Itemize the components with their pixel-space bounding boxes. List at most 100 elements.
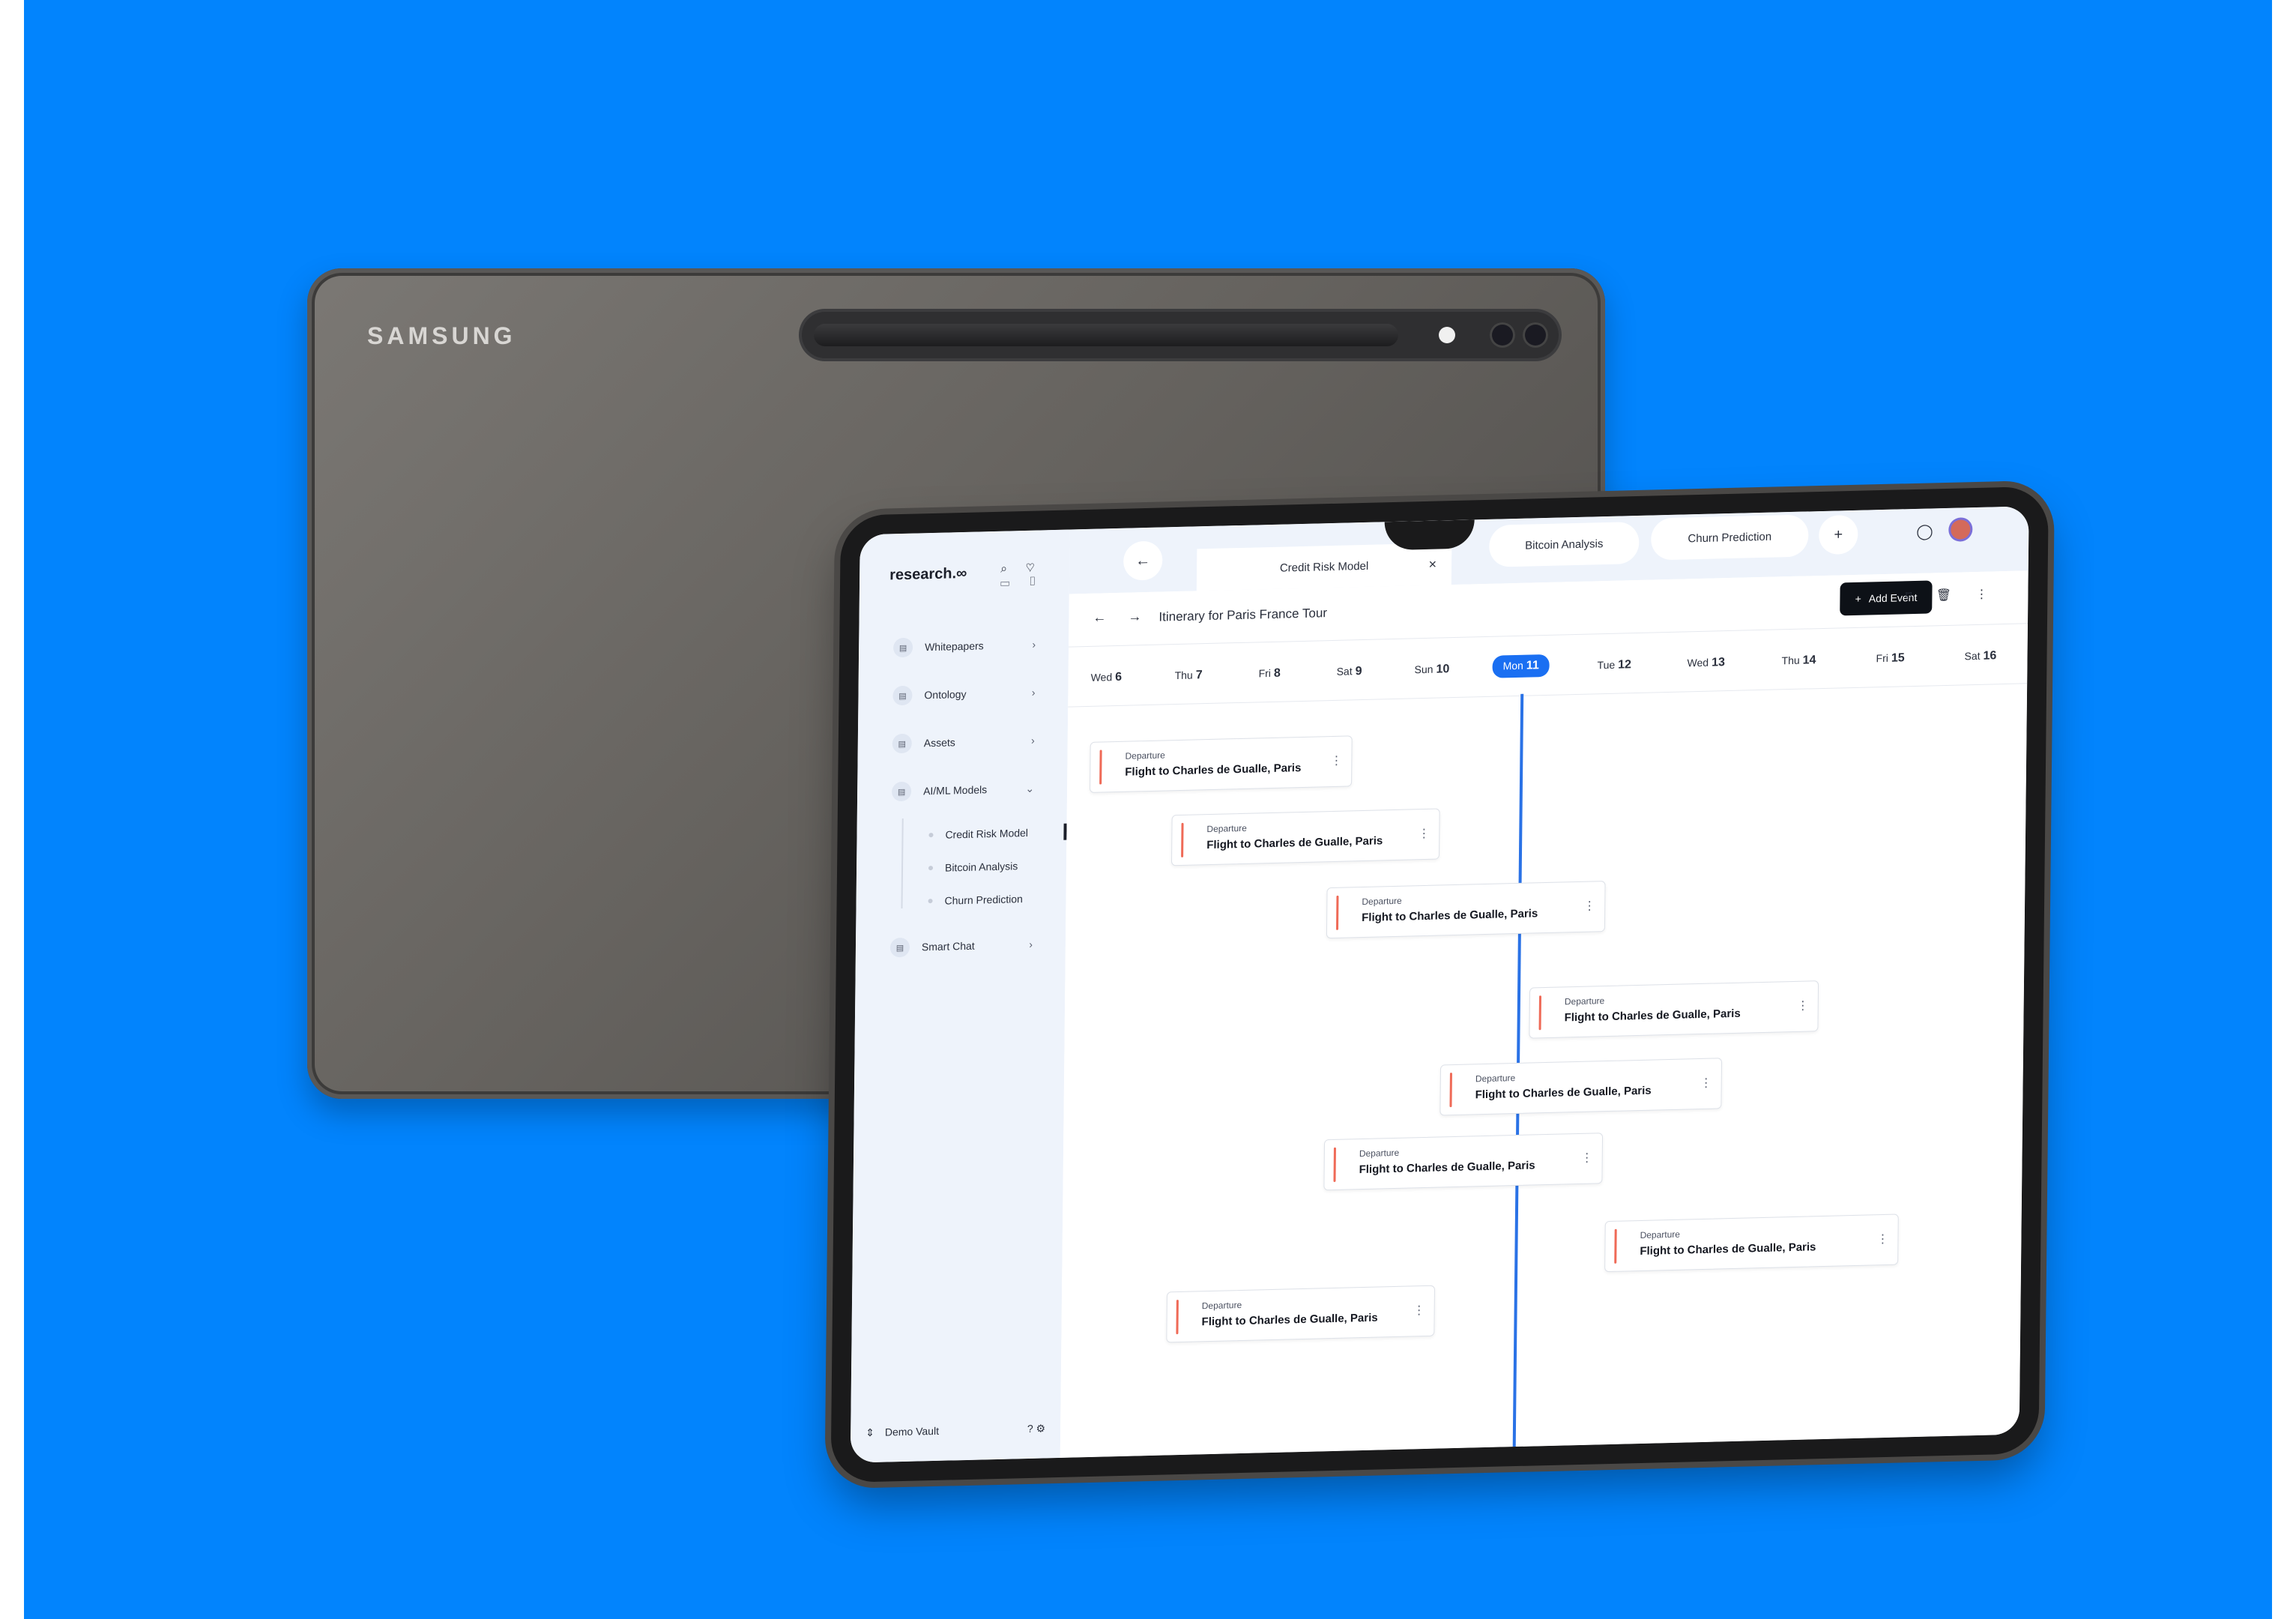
camera-flash [1439,327,1455,343]
sidebar-item-whitepapers[interactable]: ▤ Whitepapers › [892,630,1036,663]
event-color-bar [1449,1073,1452,1108]
toolbar-action-icons[interactable]: ⌑ 🗑 ⋮ [1906,586,1999,603]
event-color-bar [1538,995,1542,1031]
more-options-icon[interactable]: ⋮ [1330,753,1342,768]
sidebar-subitem-churn-prediction[interactable]: Churn Prediction [928,887,1023,912]
event-title: Flight to Charles de Gualle, Paris [1475,1084,1652,1102]
add-tab-button[interactable]: + [1819,514,1858,555]
vault-label: Demo Vault [884,1424,940,1438]
day-wed-6[interactable]: Wed 6 [1091,671,1123,685]
main-content: ← → Itinerary for Paris France Tour + Ad… [1060,570,2028,1458]
event-card[interactable]: Departure Flight to Charles de Gualle, P… [1323,1133,1604,1191]
day-name: Thu [1174,669,1193,682]
day-number: 6 [1115,670,1123,684]
help-settings-icons[interactable]: ? ⚙ [1027,1422,1045,1435]
day-tue-12[interactable]: Tue 12 [1597,658,1632,672]
more-options-icon[interactable]: ⋮ [1418,826,1430,841]
camera-lens-icon [1490,322,1515,348]
sidebar-subitem-credit-risk-model[interactable]: Credit Risk Model [928,821,1028,846]
day-sun-10[interactable]: Sun 10 [1415,663,1450,677]
tablet-front: research.∞ ⌕ ♡ ▭ ▯ ▤ Whitepapers › ▤ Ont… [830,486,2049,1483]
sidebar-item-label: AI/ML Models [923,783,988,798]
day-name: Mon [1502,659,1523,672]
event-color-bar [1336,895,1339,930]
chevron-right-icon: › [1032,638,1036,651]
event-card[interactable]: Departure Flight to Charles de Gualle, P… [1326,881,1606,939]
more-options-icon[interactable]: ⋮ [1700,1076,1712,1091]
event-title: Flight to Charles de Gualle, Paris [1640,1240,1816,1258]
event-color-bar [1181,822,1184,857]
event-card[interactable]: Departure Flight to Charles de Gualle, P… [1166,1285,1436,1343]
bullet-icon [928,833,934,838]
sidebar-item-label: Assets [923,736,955,750]
chat-icon[interactable]: ◯ [1916,522,1933,541]
back-arrow-icon[interactable]: ← [1123,540,1163,581]
day-fri-8[interactable]: Fri 8 [1259,667,1281,681]
avatar[interactable] [1951,519,1971,540]
camera-bar [802,312,1559,358]
sidebar-item-smart-chat[interactable]: ▤ Smart Chat › [889,929,1033,963]
vault-selector[interactable]: ⇕ Demo Vault ? ⚙ [865,1413,1045,1447]
event-card[interactable]: Departure Flight to Charles de Gualle, P… [1170,808,1440,866]
day-thu-14[interactable]: Thu 14 [1781,654,1816,668]
document-icon: ▤ [892,685,913,706]
day-name: Fri [1258,666,1272,680]
updown-icon: ⇕ [865,1426,875,1438]
s-pen [814,324,1398,346]
screen: research.∞ ⌕ ♡ ▭ ▯ ▤ Whitepapers › ▤ Ont… [850,506,2029,1463]
sidebar-subitem-label: Bitcoin Analysis [944,860,1018,874]
day-number: 13 [1712,656,1726,669]
tab-label: Churn Prediction [1688,530,1772,545]
more-options-icon[interactable]: ⋮ [1583,898,1595,913]
event-label: Departure [1640,1228,1681,1240]
event-label: Departure [1362,895,1402,908]
submenu-line [901,818,904,909]
more-options-icon[interactable]: ⋮ [1413,1303,1425,1318]
event-color-bar [1099,750,1102,785]
event-color-bar [1176,1300,1179,1335]
day-number: 12 [1618,658,1632,672]
page-title: Itinerary for Paris France Tour [1158,606,1328,624]
day-wed-13[interactable]: Wed 13 [1687,656,1726,670]
tab-credit-risk-model[interactable]: Credit Risk Model × [1196,543,1452,591]
sidebar-subitem-label: Churn Prediction [944,893,1023,907]
day-name: Tue [1597,658,1616,672]
day-thu-7[interactable]: Thu 7 [1175,669,1203,683]
day-fri-15[interactable]: Fri 15 [1876,651,1904,666]
event-card[interactable]: Departure Flight to Charles de Gualle, P… [1439,1058,1723,1116]
event-card[interactable]: Departure Flight to Charles de Gualle, P… [1604,1214,1899,1273]
day-name: Sat [1336,665,1353,678]
event-card[interactable]: Departure Flight to Charles de Gualle, P… [1090,735,1353,793]
event-card[interactable]: Departure Flight to Charles de Gualle, P… [1529,980,1819,1039]
sidebar-item-ai-ml-models[interactable]: ▤ AI/ML Models ⌄ [891,774,1034,807]
chevron-right-icon: › [1029,938,1033,950]
bullet-icon [928,866,934,871]
brand-logo: research.∞ [889,564,967,584]
sidebar-item-assets[interactable]: ▤ Assets › [892,726,1035,759]
day-number: 11 [1526,659,1539,672]
tab-bitcoin-analysis[interactable]: Bitcoin Analysis [1489,521,1640,567]
nav-arrows-icon[interactable]: ← → [1093,609,1150,626]
event-title: Flight to Charles de Gualle, Paris [1206,834,1383,852]
chevron-right-icon: › [1031,734,1035,747]
event-label: Departure [1125,750,1165,762]
day-mon-11-active[interactable]: Mon 11 [1492,654,1550,678]
day-name: Sat [1964,649,1981,663]
sidebar-subitem-bitcoin-analysis[interactable]: Bitcoin Analysis [928,854,1018,879]
close-icon[interactable]: × [1428,556,1436,572]
tab-label: Credit Risk Model [1279,559,1369,575]
sidebar-tool-icons[interactable]: ⌕ ♡ ▭ ▯ [1000,561,1069,590]
tab-churn-prediction[interactable]: Churn Prediction [1651,514,1809,561]
sidebar-item-ontology[interactable]: ▤ Ontology › [892,678,1036,711]
bullet-icon [928,899,933,904]
day-sat-9[interactable]: Sat 9 [1337,665,1362,679]
more-options-icon[interactable]: ⋮ [1797,998,1809,1013]
event-label: Departure [1359,1147,1400,1160]
more-options-icon[interactable]: ⋮ [1581,1151,1593,1166]
tab-label: Bitcoin Analysis [1525,537,1604,552]
day-sat-16[interactable]: Sat 16 [1964,649,1996,663]
more-options-icon[interactable]: ⋮ [1876,1231,1888,1246]
event-color-bar [1333,1147,1336,1182]
document-icon: ▤ [889,937,910,958]
sidebar-item-label: Smart Chat [921,939,975,953]
